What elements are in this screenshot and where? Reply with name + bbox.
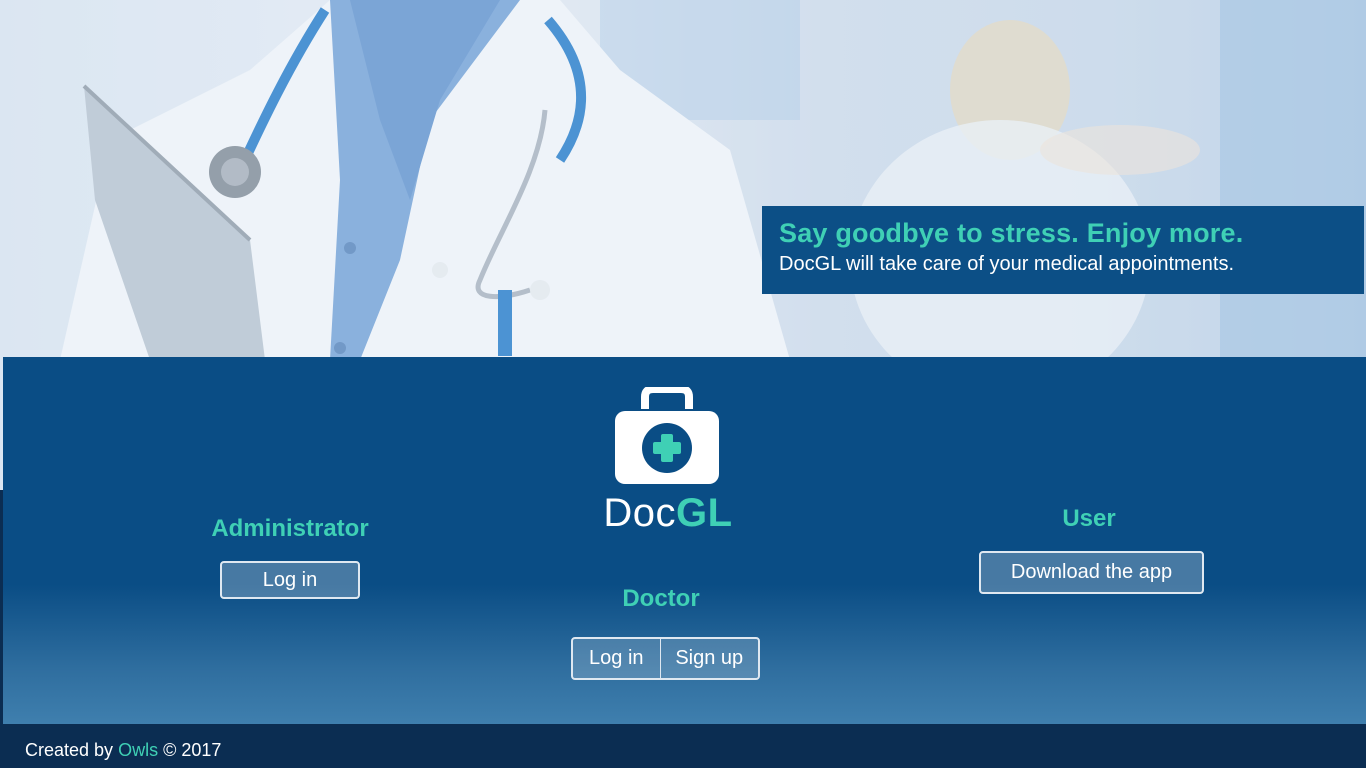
download-app-button[interactable]: Download the app bbox=[979, 551, 1204, 594]
administrator-title: Administrator bbox=[211, 515, 369, 542]
medical-kit-icon bbox=[615, 387, 719, 484]
doctor-title: Doctor bbox=[622, 585, 700, 612]
footer-copyright: © 2017 bbox=[163, 740, 222, 760]
footer-owls-link[interactable]: Owls bbox=[118, 740, 158, 760]
main-panel: DocGL Administrator Log in Doctor Log in… bbox=[3, 357, 1366, 724]
hero-title: Say goodbye to stress. Enjoy more. bbox=[779, 218, 1244, 248]
footer: Created by Owls © 2017 bbox=[0, 726, 1366, 768]
administrator-login-button[interactable]: Log in bbox=[220, 561, 360, 599]
brand-name-part2: GL bbox=[676, 491, 733, 535]
doctor-login-button[interactable]: Log in bbox=[573, 639, 660, 678]
page: Say goodbye to stress. Enjoy more. DocGL… bbox=[0, 0, 1366, 768]
doctor-signup-button[interactable]: Sign up bbox=[659, 639, 758, 678]
doctor-button-group: Log in Sign up bbox=[571, 637, 760, 680]
user-title: User bbox=[1062, 505, 1116, 532]
hero-subtitle: DocGL will take care of your medical app… bbox=[779, 253, 1235, 275]
brand-name: DocGL bbox=[563, 491, 773, 536]
brand-name-part1: Doc bbox=[603, 491, 677, 535]
footer-prefix: Created by bbox=[25, 740, 114, 760]
hero-tagline-box: Say goodbye to stress. Enjoy more. DocGL… bbox=[762, 206, 1364, 294]
